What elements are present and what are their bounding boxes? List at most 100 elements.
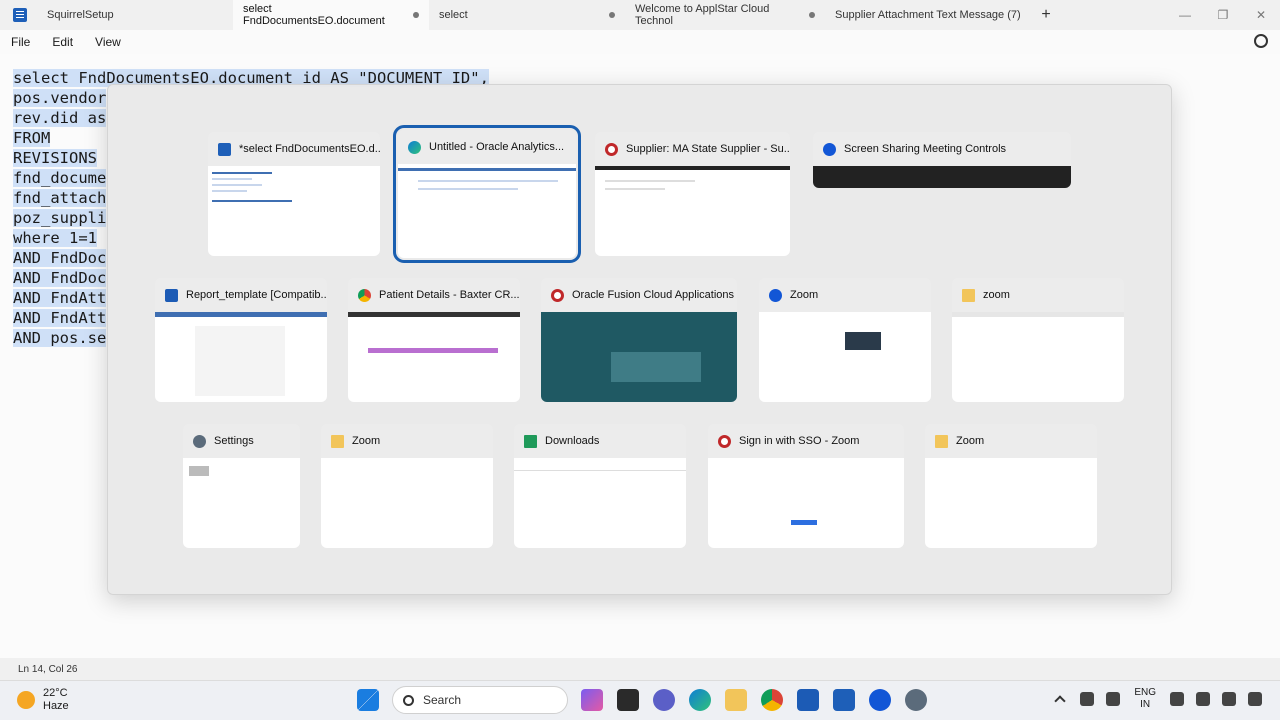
language-indicator[interactable]: ENG IN [1134,687,1156,711]
tab-label: SquirrelSetup [47,9,114,21]
new-tab-button[interactable]: + [1031,6,1061,24]
system-tray: ENG IN [1046,687,1268,711]
settings-icon[interactable] [905,689,927,711]
window-thumbnail [321,458,493,548]
tab-label: Supplier Attachment Text Message (7) [835,9,1021,21]
notepad-icon[interactable] [833,689,855,711]
window-thumbnail [595,166,790,256]
window-thumbnail [183,458,300,548]
search-label: Search [423,693,462,707]
teams-chat-icon[interactable] [653,689,675,711]
code-line: FROM [13,129,51,147]
menu-file[interactable]: File [0,35,41,49]
code-line: AND FndDoc [13,269,107,287]
window-card-supplier[interactable]: Supplier: MA State Supplier - Su... [595,132,790,256]
cloud-icon[interactable] [1080,692,1095,706]
window-card-folder-zoom-3[interactable]: Zoom [925,424,1097,548]
window-title: Supplier: MA State Supplier - Su... [626,143,790,155]
window-title: zoom [983,289,1010,301]
window-card-screen-sharing[interactable]: Screen Sharing Meeting Controls [813,132,1071,188]
window-thumbnail [759,312,931,402]
notification-bell-icon[interactable] [1248,692,1262,706]
tab-welcome-applstar[interactable]: Welcome to ApplStar Cloud Technol [625,0,825,30]
tab-select-fnddocuments[interactable]: select FndDocumentsEO.document [233,0,429,30]
window-title: Settings [214,435,254,447]
window-title: Screen Sharing Meeting Controls [844,143,1007,155]
tab-squirrelsetup[interactable]: SquirrelSetup [37,0,233,30]
window-card-folder-zoom-2[interactable]: Zoom [321,424,493,548]
zoom-icon[interactable] [869,689,891,711]
zoom-icon [769,288,782,302]
code-line: AND pos.se [13,329,107,347]
taskbar: 22°C Haze Search ENG IN [0,680,1280,720]
window-title: Zoom [352,435,381,447]
word-icon[interactable] [797,689,819,711]
code-line: pos.vendor [13,89,107,107]
window-card-downloads[interactable]: Downloads [514,424,686,548]
window-thumbnail [708,458,904,548]
region-code: IN [1140,699,1151,710]
title-bar: SquirrelSetup select FndDocumentsEO.docu… [0,0,1280,30]
tab-select[interactable]: select [429,0,625,30]
maximize-icon[interactable]: ❐ [1204,0,1242,30]
window-thumbnail [925,458,1097,548]
window-title: Zoom [956,435,985,447]
tab-label: select [439,9,468,21]
unsaved-dot-icon [609,12,615,18]
task-view-icon[interactable] [617,689,639,711]
status-bar: Ln 14, Col 26 [0,658,1280,680]
folder-icon [962,288,975,302]
window-card-settings[interactable]: Settings [183,424,300,548]
window-card-notepad[interactable]: *select FndDocumentsEO.d... [208,132,380,256]
window-card-folder-zoom[interactable]: zoom [952,278,1124,402]
tab-label: Welcome to ApplStar Cloud Technol [635,3,770,27]
oracle-icon [551,288,564,302]
volume-icon[interactable] [1196,692,1210,706]
tab-supplier-attachment[interactable]: Supplier Attachment Text Message (7) [825,0,1031,30]
window-thumbnail [813,166,1071,188]
code-line: fnd_attach [13,189,107,207]
window-thumbnail [541,312,737,402]
battery-icon[interactable] [1222,692,1236,706]
code-line: AND FndDoc [13,249,107,267]
minimize-icon[interactable]: — [1166,0,1204,30]
window-card-oracle-analytics[interactable]: Untitled - Oracle Analytics... [393,125,581,263]
microphone-icon[interactable] [1106,692,1121,706]
window-card-patient-details[interactable]: Patient Details - Baxter CR... [348,278,520,402]
window-thumbnail [514,458,686,548]
start-icon[interactable] [357,689,379,711]
window-card-report-template[interactable]: Report_template [Compatib... [155,278,327,402]
folder-icon [935,434,948,448]
word-icon [165,288,178,302]
oracle-icon [605,142,618,156]
code-line: fnd_docume [13,169,107,187]
unsaved-dot-icon [413,12,419,18]
window-controls: — ❐ ✕ [1166,0,1280,30]
copilot-icon[interactable] [581,689,603,711]
chevron-up-icon[interactable] [1054,695,1066,707]
code-line: REVISIONS [13,149,97,167]
notepad-icon [218,142,231,156]
file-explorer-icon[interactable] [725,689,747,711]
window-thumbnail [155,312,327,402]
wifi-icon[interactable] [1170,692,1184,706]
code-line: AND FndAtt [13,309,107,327]
oracle-icon [718,434,731,448]
settings-gear-icon[interactable] [1254,34,1268,48]
settings-icon [193,434,206,448]
window-card-sso-zoom[interactable]: Sign in with SSO - Zoom [708,424,904,548]
window-card-oracle-fusion[interactable]: Oracle Fusion Cloud Applications [541,278,737,402]
menu-edit[interactable]: Edit [41,35,84,49]
weather-widget[interactable]: 22°C Haze [17,687,69,713]
task-switcher: *select FndDocumentsEO.d... Untitled - O… [107,84,1172,595]
close-icon[interactable]: ✕ [1242,0,1280,30]
chrome-icon[interactable] [761,689,783,711]
taskbar-search[interactable]: Search [392,686,568,714]
window-thumbnail [952,312,1124,402]
window-card-zoom[interactable]: Zoom [759,278,931,402]
notepad-icon [13,8,27,22]
menu-view[interactable]: View [84,35,132,49]
code-line: AND FndAtt [13,289,107,307]
weather-desc: Haze [43,700,69,712]
edge-icon[interactable] [689,689,711,711]
